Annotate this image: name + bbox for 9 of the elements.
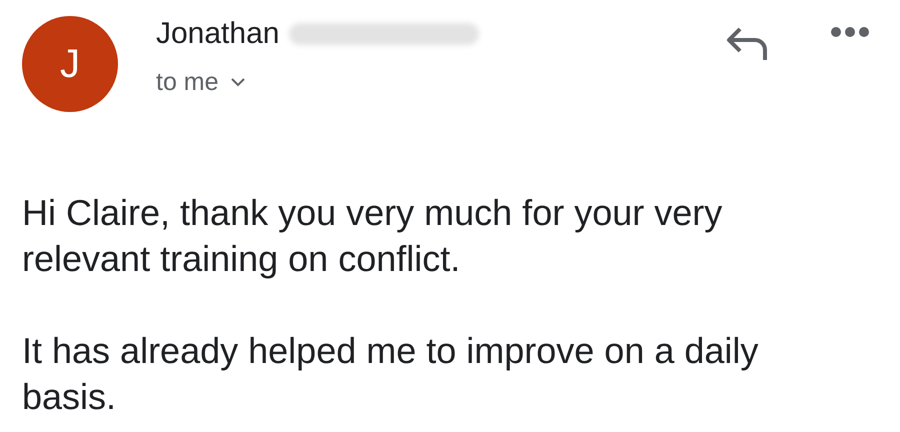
more-icon — [830, 26, 870, 38]
chevron-icon — [230, 78, 245, 87]
reply-icon — [726, 26, 770, 62]
sender-avatar: J — [22, 16, 118, 112]
message-paragraph: It has already helped me to improve on a daily basis. — [22, 329, 760, 419]
reply-button[interactable] — [726, 26, 770, 62]
sender-name: Jonathan — [156, 17, 280, 51]
recipient-toggle[interactable]: to me — [156, 68, 245, 97]
message-paragraph: Hi Claire, thank you very much for your very relevant training on conflict. — [22, 191, 724, 281]
